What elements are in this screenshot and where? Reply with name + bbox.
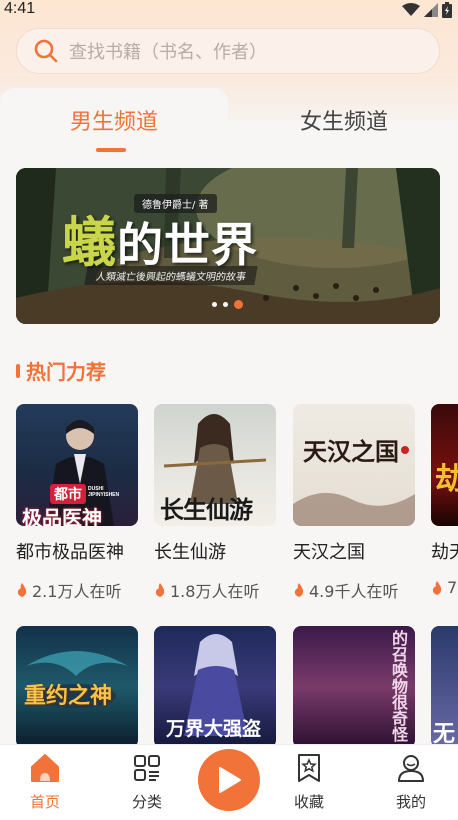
tab-female-channel[interactable]: 女生频道 [230, 104, 458, 136]
book-card[interactable]: 万界大强盗 [154, 626, 276, 748]
section-title: 热门力荐 [26, 360, 106, 384]
pagination-dot-active [234, 300, 243, 309]
book-card[interactable]: 都市 DUSHI JIPINYISHEN 极品医神 都市极品医神 2.1万人在听 [16, 404, 138, 602]
book-listeners: 1.8万人在听 [154, 578, 276, 602]
channel-tabs: 男生频道 女生频道 [0, 88, 458, 154]
book-cover: 重约之神 [16, 626, 138, 748]
category-icon [134, 755, 160, 781]
cover-badge-text: 都市 [50, 484, 86, 504]
fire-icon [155, 583, 165, 597]
book-cover: 劫 [431, 404, 458, 526]
status-icons [402, 2, 452, 18]
book-card[interactable]: 的召唤物很奇怪 [293, 626, 415, 748]
nav-home[interactable]: 首页 [10, 753, 80, 812]
section-header-hot: 热门力荐 [16, 356, 106, 385]
banner-subtitle: 人類滅亡後興起的螞蟻文明的故事 [84, 266, 258, 285]
bookmark-icon [298, 754, 320, 782]
signal-icon [424, 3, 438, 17]
book-title: 长生仙游 [154, 542, 226, 563]
cover-title-text: 劫 [435, 462, 458, 497]
cover-title-text: 万界大强盗 [166, 718, 262, 740]
book-card[interactable]: 重约之神 [16, 626, 138, 748]
book-cover: 万界大强盗 [154, 626, 276, 748]
book-listeners: 4.9千人在听 [293, 578, 415, 602]
search-placeholder: 查找书籍（书名、作者） [69, 42, 267, 63]
banner-pagination [212, 300, 243, 309]
wifi-icon [402, 3, 420, 16]
battery-icon [442, 2, 452, 18]
search-bar[interactable]: 查找书籍（书名、作者） [16, 28, 440, 74]
book-card-partial[interactable]: 劫 劫天 7 [431, 404, 458, 597]
book-card[interactable]: 长生仙游 长生仙游 1.8万人在听 [154, 404, 276, 602]
cover-title-text: 天汉之国 [303, 437, 399, 466]
book-title: 天汉之国 [293, 542, 365, 563]
search-icon [34, 39, 58, 63]
book-listeners: 2.1万人在听 [16, 578, 138, 602]
book-cover: 都市 DUSHI JIPINYISHEN 极品医神 [16, 404, 138, 526]
cover-title-text: 重约之神 [24, 683, 113, 709]
status-bar: 4:41 [0, 0, 458, 20]
bottom-nav: 首页 分类 收藏 我的 [0, 744, 458, 820]
fire-icon [294, 583, 304, 597]
book-cover: 无 [431, 626, 458, 748]
nav-bookmark[interactable]: 收藏 [274, 753, 344, 812]
cover-title-text: 的召唤物很奇怪 [389, 630, 408, 742]
book-cover: 的召唤物很奇怪 [293, 626, 415, 748]
book-title: 劫天 [431, 542, 458, 563]
book-cover: 天汉之国 [293, 404, 415, 526]
book-card[interactable]: 天汉之国 天汉之国 4.9千人在听 [293, 404, 415, 602]
pagination-dot [223, 302, 228, 307]
fire-icon [432, 580, 442, 595]
pagination-dot [212, 302, 217, 307]
nav-category[interactable]: 分类 [112, 753, 182, 812]
play-icon [219, 767, 241, 793]
user-icon [398, 755, 424, 782]
book-card-partial[interactable]: 无 [431, 626, 458, 748]
tab-male-channel[interactable]: 男生频道 [0, 104, 228, 136]
status-time: 4:41 [4, 0, 36, 17]
nav-profile[interactable]: 我的 [376, 753, 446, 812]
cover-pinyin: DUSHI JIPINYISHEN [88, 486, 120, 498]
book-title: 都市极品医神 [16, 542, 124, 563]
cover-title-text: 长生仙游 [160, 495, 253, 524]
book-cover: 长生仙游 [154, 404, 276, 526]
home-icon [31, 754, 59, 782]
featured-banner[interactable]: 德鲁伊爵士/ 著 蟻的世界 人類滅亡後興起的螞蟻文明的故事 [16, 168, 440, 324]
fire-icon [17, 583, 27, 597]
section-accent-bar [16, 363, 20, 378]
book-listeners: 7 [431, 578, 458, 597]
play-button[interactable] [198, 749, 260, 811]
tab-active-indicator [96, 148, 126, 152]
cover-title-text: 极品医神 [22, 506, 102, 526]
